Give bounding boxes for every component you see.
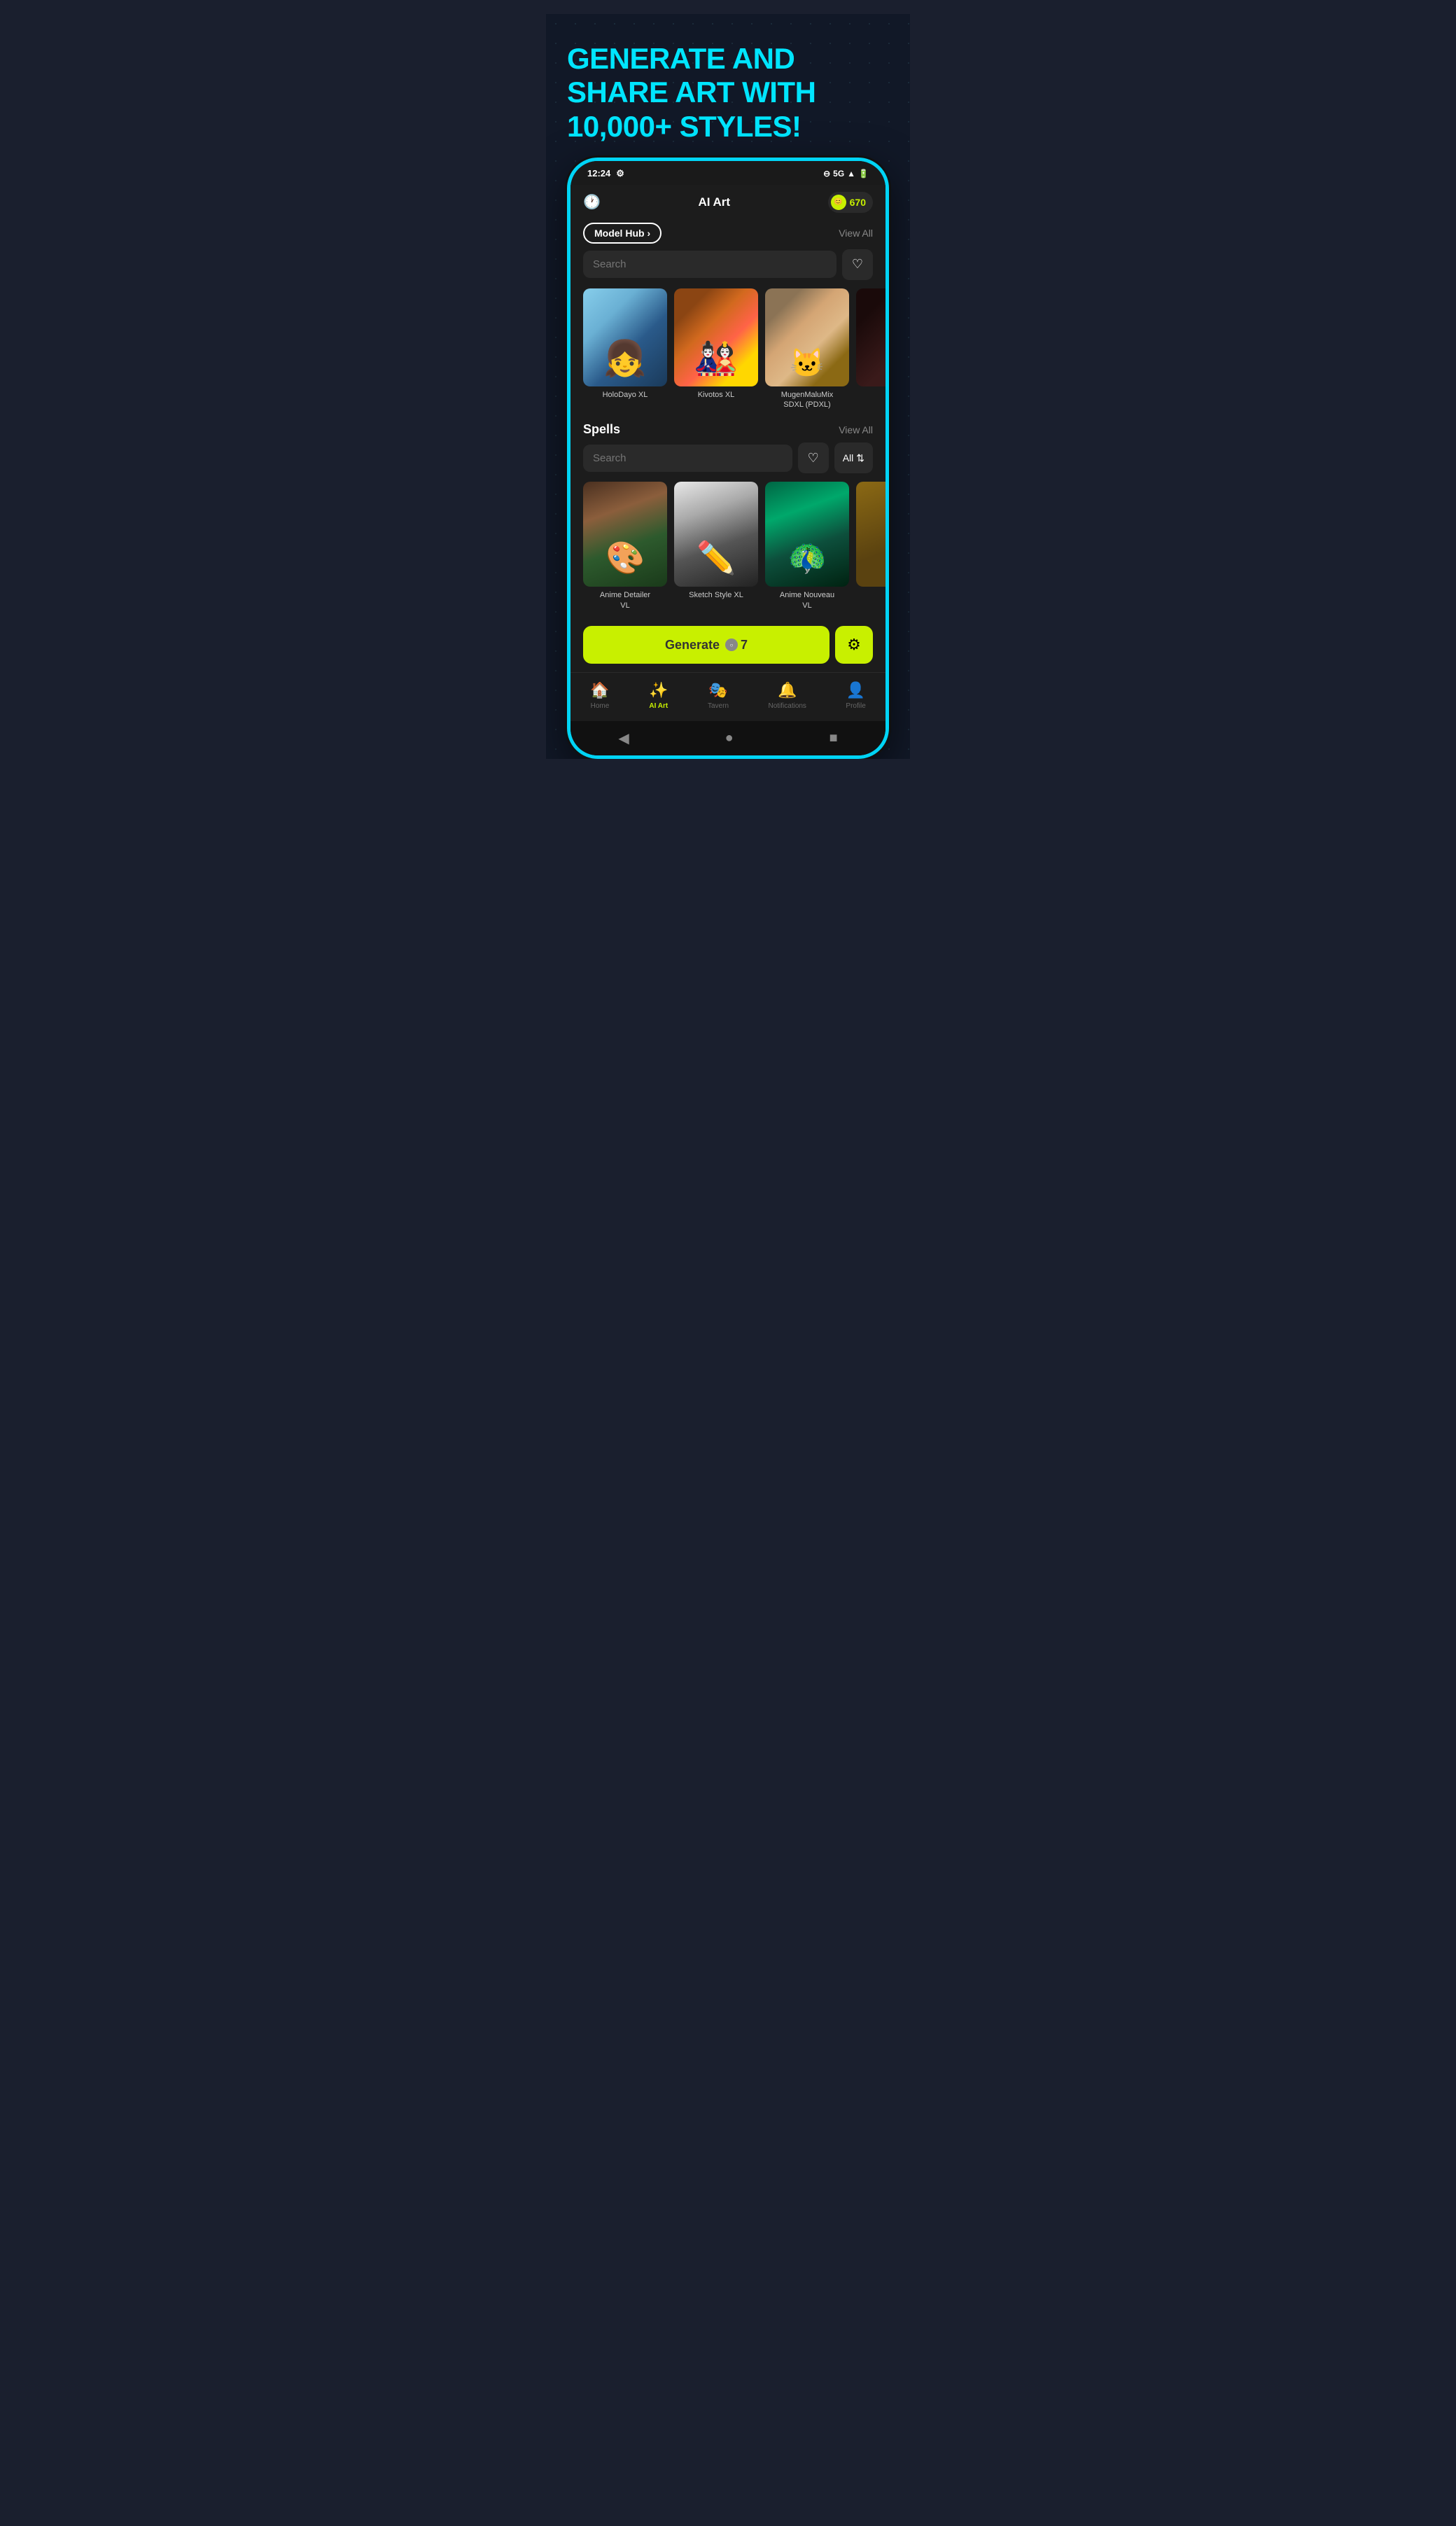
spell-card-sketch-label: Sketch Style XL (674, 590, 758, 600)
bottom-navigation: 🏠 Home ✨ AI Art 🎭 Tavern 🔔 Notifications… (570, 672, 886, 721)
no-disturb-icon: ⊖ (823, 169, 830, 179)
model-card-partial[interactable]: An... (856, 288, 886, 410)
spell-card-sketch-image (674, 482, 758, 587)
hero-section: GENERATE AND SHARE ART WITH 10,000+ STYL… (546, 14, 910, 158)
model-hub-search-input[interactable] (583, 251, 836, 278)
spells-header: Spells View All (570, 419, 886, 442)
spells-view-all[interactable]: View All (839, 424, 873, 435)
spell-card-sketch[interactable]: Sketch Style XL (674, 482, 758, 610)
generate-button[interactable]: Generate ○ 7 (583, 626, 830, 664)
model-hub-heart-button[interactable]: ♡ (842, 249, 873, 280)
model-card-kivotos-label: Kivotos XL (674, 390, 758, 400)
time-display: 12:24 (587, 168, 610, 179)
generate-label: Generate (665, 638, 720, 653)
app-header: 🕐 AI Art 😊 670 (570, 185, 886, 220)
nav-home-label: Home (591, 702, 610, 710)
model-card-mugen-image (765, 288, 849, 386)
system-back-button[interactable]: ◀ (618, 730, 629, 747)
cost-amount: 7 (741, 638, 748, 653)
nav-tavern-label: Tavern (708, 702, 729, 710)
hero-title: GENERATE AND SHARE ART WITH 10,000+ STYL… (567, 42, 889, 144)
status-bar-right: ⊖ 5G ▲ 🔋 (823, 169, 869, 179)
ai-art-icon: ✨ (649, 681, 668, 699)
model-card-holodayo-image (583, 288, 667, 386)
spell-card-deta-label: Deta... (856, 590, 886, 600)
spell-card-anime-detailer-image (583, 482, 667, 587)
nav-item-tavern[interactable]: 🎭 Tavern (699, 680, 737, 711)
battery-icon: 🔋 (858, 169, 869, 179)
nav-notifications-label: Notifications (768, 702, 806, 710)
app-title: AI Art (698, 195, 730, 209)
generate-row: Generate ○ 7 ⚙ (570, 620, 886, 672)
home-icon: 🏠 (590, 681, 609, 699)
generate-cost: ○ 7 (725, 638, 748, 653)
network-label: 5G (833, 169, 844, 179)
model-card-partial-image (856, 288, 886, 386)
profile-icon: 👤 (846, 681, 865, 699)
nav-item-notifications[interactable]: 🔔 Notifications (760, 680, 814, 711)
spell-card-anime-nouveau-image (765, 482, 849, 587)
signal-icon: ▲ (847, 169, 855, 179)
cost-icon: ○ (725, 639, 738, 651)
notifications-icon: 🔔 (778, 681, 797, 699)
generate-settings-button[interactable]: ⚙ (835, 626, 873, 664)
phone-frame: 12:24 ⚙ ⊖ 5G ▲ 🔋 🕐 AI Art 😊 670 (567, 158, 889, 759)
spells-search-row: ♡ All ⇅ (570, 442, 886, 482)
spells-filter-icon: ⇅ (856, 452, 864, 464)
nav-item-profile[interactable]: 👤 Profile (837, 680, 874, 711)
history-icon[interactable]: 🕐 (583, 193, 601, 211)
spell-card-deta-image (856, 482, 886, 587)
status-bar: 12:24 ⚙ ⊖ 5G ▲ 🔋 (570, 161, 886, 185)
coin-count: 670 (850, 197, 866, 208)
model-card-kivotos-image (674, 288, 758, 386)
spells-filter-button[interactable]: All ⇅ (834, 442, 873, 473)
model-cards-scroll[interactable]: HoloDayo XL Kivotos XL MugenMaluMix SDXL… (570, 288, 886, 420)
spells-heart-button[interactable]: ♡ (798, 442, 829, 473)
coin-badge: 😊 670 (828, 192, 873, 213)
spell-cards-scroll[interactable]: Anime DetailerVL Sketch Style XL Anime N… (570, 482, 886, 620)
spell-card-anime-detailer[interactable]: Anime DetailerVL (583, 482, 667, 610)
settings-status-icon: ⚙ (616, 168, 624, 179)
model-hub-view-all[interactable]: View All (839, 228, 873, 239)
system-navigation: ◀ ● ■ (570, 721, 886, 755)
spell-card-anime-detailer-label: Anime DetailerVL (583, 590, 667, 610)
model-hub-header: Model Hub › View All (570, 220, 886, 249)
spells-search-input[interactable] (583, 445, 792, 472)
model-card-mugen-label: MugenMaluMix SDXL (PDXL) (765, 390, 849, 410)
page-wrapper: GENERATE AND SHARE ART WITH 10,000+ STYL… (546, 14, 910, 759)
model-card-holodayo[interactable]: HoloDayo XL (583, 288, 667, 410)
coin-icon: 😊 (831, 195, 846, 210)
model-hub-label: Model Hub (594, 228, 645, 239)
generate-settings-icon: ⚙ (847, 636, 861, 654)
system-recent-button[interactable]: ■ (829, 730, 837, 746)
model-card-kivotos[interactable]: Kivotos XL (674, 288, 758, 410)
phone-content: 🕐 AI Art 😊 670 Model Hub › View All (570, 185, 886, 755)
nav-profile-label: Profile (846, 702, 865, 710)
nav-item-ai-art[interactable]: ✨ AI Art (640, 680, 676, 711)
spells-heart-icon: ♡ (808, 451, 819, 466)
model-hub-search-row: ♡ (570, 249, 886, 288)
tavern-icon: 🎭 (708, 681, 727, 699)
model-hub-arrow: › (648, 228, 651, 239)
model-card-partial-label: An... (856, 390, 886, 400)
nav-ai-art-label: AI Art (649, 702, 668, 710)
spell-card-anime-nouveau-label: Anime NouveauVL (765, 590, 849, 610)
spells-filter-label: All (843, 452, 854, 463)
spell-card-deta[interactable]: Deta... (856, 482, 886, 610)
spells-section-title: Spells (583, 422, 620, 437)
model-card-holodayo-label: HoloDayo XL (583, 390, 667, 400)
status-bar-left: 12:24 ⚙ (587, 168, 624, 179)
nav-item-home[interactable]: 🏠 Home (582, 680, 617, 711)
model-hub-button[interactable]: Model Hub › (583, 223, 662, 244)
spell-card-anime-nouveau[interactable]: Anime NouveauVL (765, 482, 849, 610)
system-home-button[interactable]: ● (725, 730, 734, 746)
model-card-mugen[interactable]: MugenMaluMix SDXL (PDXL) (765, 288, 849, 410)
heart-icon: ♡ (852, 257, 863, 272)
